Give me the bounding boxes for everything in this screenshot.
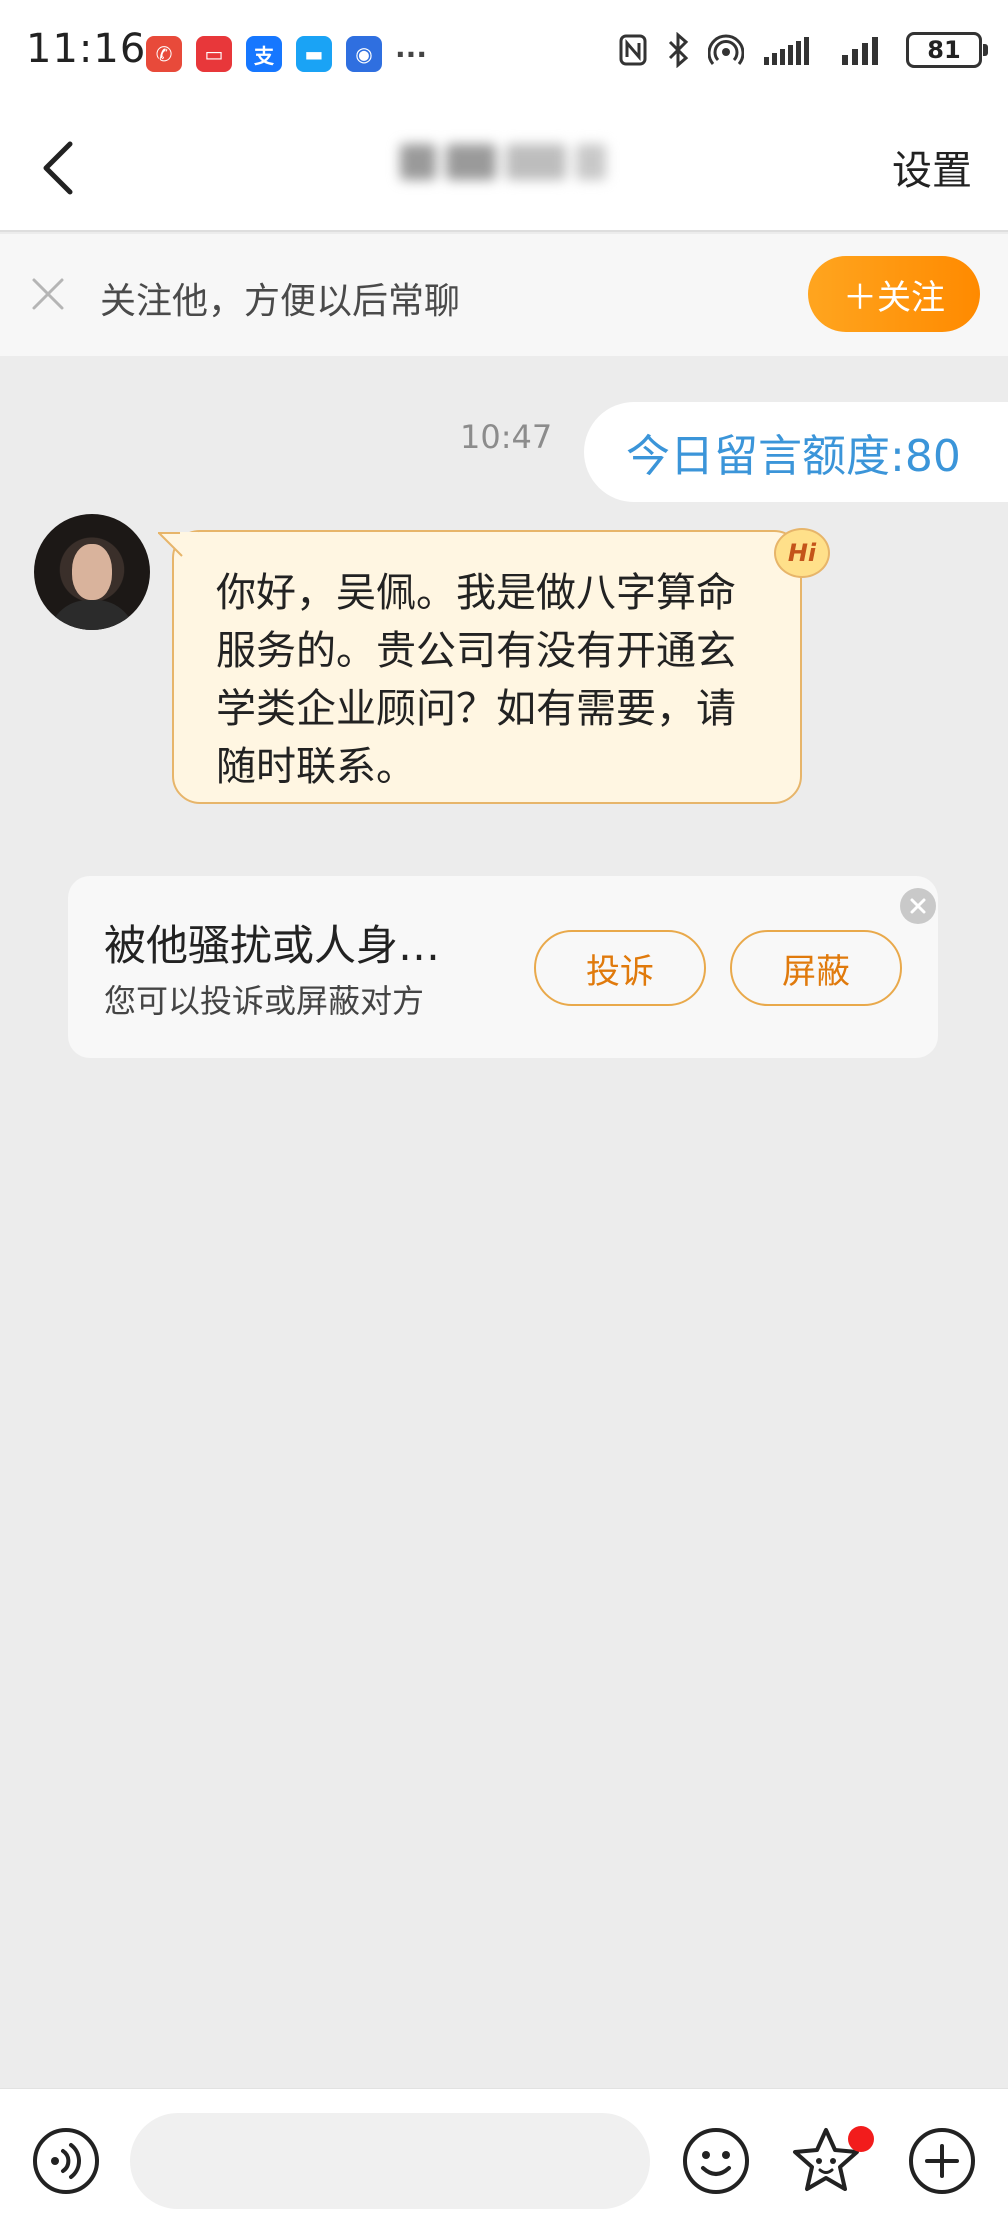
notification-dot xyxy=(848,2126,874,2152)
voice-icon xyxy=(33,2128,99,2194)
missed-call-icon: ✆ xyxy=(146,36,182,72)
follow-button[interactable]: ＋关注 xyxy=(808,256,980,332)
banner-close-button[interactable] xyxy=(28,274,68,314)
more-actions-button[interactable] xyxy=(906,2125,978,2197)
plus-icon xyxy=(909,2128,975,2194)
report-button[interactable]: 投诉 xyxy=(534,930,706,1006)
message-text: 你好，吴佩。我是做八字算命服务的。贵公司有没有开通玄学类企业顾问？如有需要，请随… xyxy=(216,570,736,790)
navigation-bar: 设置 xyxy=(0,104,1008,232)
quota-bubble: 今日留言额度:80 xyxy=(584,402,1008,502)
sender-avatar[interactable] xyxy=(34,514,150,630)
signal-strength-2-icon xyxy=(842,37,878,65)
avatar-shirt xyxy=(48,600,136,630)
status-time: 11:16 xyxy=(26,26,147,72)
harassment-card-close-button[interactable] xyxy=(900,888,936,924)
hi-badge-icon: Hi xyxy=(774,528,830,578)
quota-text: 今日留言额度:80 xyxy=(626,431,961,482)
huawei-icon: ▭ xyxy=(196,36,232,72)
battery-indicator: 81 xyxy=(906,32,988,68)
settings-button[interactable]: 设置 xyxy=(892,138,972,196)
harassment-title: 被他骚扰或人身… xyxy=(104,921,441,970)
notification-icons: ✆ ▭ 支 ▬ ◉ ··· xyxy=(146,36,427,72)
harassment-subtitle: 您可以投诉或屏蔽对方 xyxy=(104,982,425,1020)
bottom-toolbar xyxy=(0,2088,1008,2232)
block-button[interactable]: 屏蔽 xyxy=(730,930,902,1006)
blurred-contact-name xyxy=(400,136,610,188)
app-icon: ◉ xyxy=(346,36,382,72)
signal-strength-icon xyxy=(764,37,809,65)
close-icon xyxy=(32,278,64,310)
back-button[interactable] xyxy=(26,128,90,208)
nfc-icon xyxy=(619,34,647,66)
harassment-card: 被他骚扰或人身… 您可以投诉或屏蔽对方 投诉 屏蔽 xyxy=(68,876,938,1058)
avatar-face xyxy=(72,544,112,600)
more-notifications-icon: ··· xyxy=(395,37,427,71)
message-timestamp: 10:47 xyxy=(460,418,553,456)
received-message-bubble[interactable]: 你好，吴佩。我是做八字算命服务的。贵公司有没有开通玄学类企业顾问？如有需要，请随… xyxy=(158,530,802,804)
bluetooth-icon xyxy=(668,32,689,68)
emoji-button[interactable] xyxy=(680,2125,752,2197)
follow-prompt-text: 关注他，方便以后常聊 xyxy=(100,281,461,322)
chevron-left-icon xyxy=(43,141,73,195)
follow-banner: 关注他，方便以后常聊 ＋关注 xyxy=(0,234,1008,356)
hotspot-icon xyxy=(708,34,744,65)
message-input[interactable] xyxy=(130,2113,650,2209)
bubble-tail xyxy=(158,532,198,572)
message-icon: ▬ xyxy=(296,36,332,72)
alipay-icon: 支 xyxy=(246,36,282,72)
emoji-icon xyxy=(683,2128,749,2194)
system-icons: 81 xyxy=(618,32,988,68)
close-icon xyxy=(910,898,926,914)
status-bar: 11:16 ✆ ▭ 支 ▬ ◉ ··· 81 xyxy=(0,0,1008,104)
voice-input-button[interactable] xyxy=(30,2125,102,2197)
